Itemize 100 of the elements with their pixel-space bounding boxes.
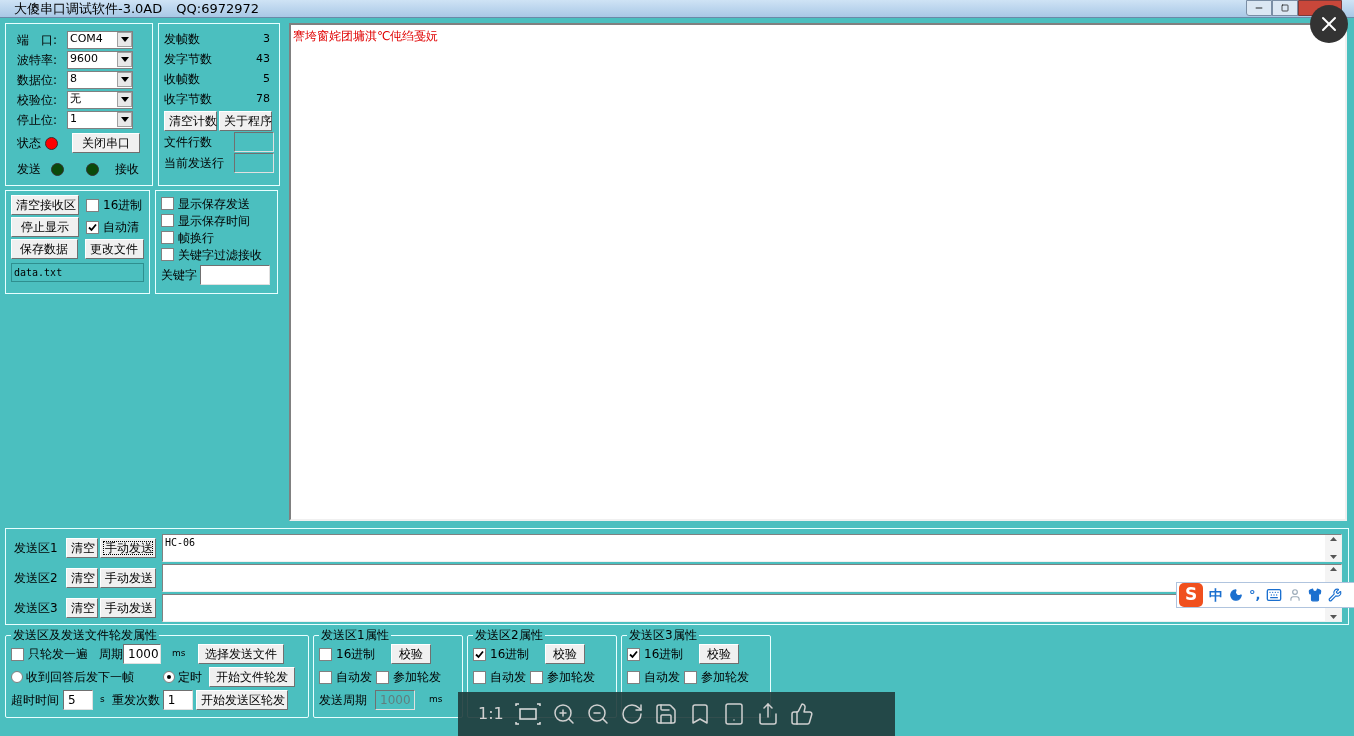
counter-label: 收帧数 [164, 71, 200, 88]
checkbox[interactable] [11, 647, 24, 661]
shirt-icon[interactable] [1308, 588, 1323, 602]
dropdown[interactable]: COM4 [67, 30, 133, 49]
radio-button[interactable] [163, 671, 175, 683]
input-mode-button[interactable]: 中 [1209, 584, 1223, 606]
retry-label: 重发次数 [111, 692, 160, 709]
scroll-down-icon[interactable] [1329, 555, 1337, 559]
scroll-up-icon[interactable] [1329, 567, 1337, 571]
group-title: 发送区3属性 [628, 627, 698, 644]
verify-button[interactable]: 校验 [699, 644, 740, 664]
checkbox-label: 16进制 [336, 646, 376, 663]
checkbox[interactable] [319, 647, 332, 661]
fit-screen-icon[interactable] [513, 700, 542, 728]
verify-button[interactable]: 校验 [545, 644, 586, 664]
checkbox[interactable] [530, 670, 543, 684]
receive-area[interactable]: 謇垮窗姹团墉淇℃伅绉戞妧 [289, 23, 1347, 521]
actual-size-button[interactable]: 1:1 [478, 702, 504, 726]
close-port-button[interactable]: 关闭串口 [72, 133, 140, 153]
checkbox[interactable] [161, 214, 174, 227]
input-field[interactable] [234, 152, 274, 173]
counter-button[interactable]: 清空计数 [164, 111, 217, 131]
checkbox[interactable] [473, 647, 486, 661]
checkbox[interactable] [627, 647, 640, 661]
checkbox[interactable] [161, 197, 174, 210]
input-field[interactable] [234, 131, 274, 152]
clear-button[interactable]: 清空 [66, 538, 98, 558]
moon-icon[interactable] [1229, 588, 1243, 602]
period-label: 周期 [99, 646, 123, 663]
retry-field[interactable]: 1 [162, 690, 193, 710]
rotate-icon[interactable] [619, 702, 644, 726]
checkbox-label: 16进制 [103, 197, 143, 214]
checkbox[interactable] [376, 670, 389, 684]
maximize-icon [1281, 4, 1289, 12]
checkbox-label: 参加轮发 [393, 669, 441, 686]
send-button[interactable]: 手动发送 [100, 598, 156, 618]
timeout-label: 超时时间 [11, 692, 59, 709]
checkbox-label: 参加轮发 [701, 669, 749, 686]
setting-label: 端 口: [17, 31, 59, 49]
group-title: 发送区2属性 [474, 627, 544, 644]
counter-value: 3 [263, 30, 270, 47]
radio-label: 收到回答后发下一帧 [26, 669, 134, 686]
file-name-field[interactable]: data.txt [11, 263, 144, 282]
action-button[interactable]: 更改文件 [84, 239, 144, 259]
clear-button[interactable]: 清空 [66, 598, 98, 618]
send-button[interactable]: 手动发送 [100, 538, 156, 558]
action-button[interactable]: 清空接收区 [11, 195, 79, 215]
checkbox[interactable] [86, 198, 99, 212]
maximize-button[interactable] [1272, 0, 1298, 16]
keyboard-icon[interactable] [1266, 587, 1283, 603]
punctuation-button[interactable]: °, [1249, 585, 1261, 605]
checkbox-label: 只轮发一遍 [28, 646, 88, 663]
dropdown[interactable]: 8 [67, 70, 133, 89]
group-title: 发送区及发送文件轮发属性 [12, 627, 158, 644]
checkbox-label: 16进制 [490, 646, 530, 663]
unit-label: ms [172, 647, 187, 661]
minimize-button[interactable] [1246, 0, 1272, 16]
group-title: 发送区1属性 [320, 627, 390, 644]
action-button[interactable]: 停止显示 [11, 217, 79, 237]
setting-label: 停止位: [17, 111, 59, 129]
zoom-out-icon[interactable] [585, 702, 610, 726]
dropdown[interactable]: 无 [67, 90, 133, 109]
action-button[interactable]: 保存数据 [11, 239, 78, 259]
checkbox[interactable] [684, 670, 697, 684]
checkbox-label: 显示保存发送 [178, 195, 250, 213]
counter-button[interactable]: 关于程序 [219, 111, 272, 131]
scroll-up-icon[interactable] [1329, 537, 1337, 541]
dropdown[interactable]: 9600 [67, 50, 133, 69]
start-file-rotation-button[interactable]: 开始文件轮发 [209, 667, 295, 687]
select-file-button[interactable]: 选择发送文件 [198, 644, 284, 664]
checkbox[interactable] [161, 248, 174, 261]
period-label: 发送周期 [319, 692, 367, 709]
radio-button[interactable] [11, 671, 23, 683]
verify-button[interactable]: 校验 [391, 644, 432, 664]
period-field[interactable]: 1000 [123, 644, 161, 664]
save-icon[interactable] [653, 702, 678, 726]
checkbox-label: 帧换行 [178, 229, 214, 247]
dropdown[interactable]: 1 [67, 110, 133, 129]
send-text-field[interactable]: HC-06 [162, 534, 1342, 562]
radio-label: 定时 [178, 669, 202, 686]
send-button[interactable]: 手动发送 [100, 568, 156, 588]
checkbox[interactable] [319, 670, 332, 684]
receive-label: 接收 [115, 161, 139, 178]
status-label: 状态 [17, 135, 41, 152]
contact-number: QQ:6972972 [176, 0, 260, 18]
ime-logo[interactable]: S [1179, 583, 1203, 607]
wrench-icon[interactable] [1328, 588, 1343, 602]
keyword-field[interactable] [200, 265, 270, 285]
clear-button[interactable]: 清空 [66, 568, 98, 588]
start-zone-rotation-button[interactable]: 开始发送区轮发 [195, 690, 288, 710]
counter-value: 5 [263, 70, 270, 87]
thumbs-up-icon[interactable] [789, 702, 814, 726]
scroll-down-icon[interactable] [1329, 615, 1337, 619]
timeout-field[interactable]: 5 [63, 690, 93, 710]
checkbox[interactable] [627, 670, 640, 684]
unit-label: s [100, 693, 105, 707]
zoom-in-icon[interactable] [551, 702, 576, 726]
checkbox[interactable] [161, 231, 174, 244]
checkbox[interactable] [473, 670, 486, 684]
checkbox[interactable] [86, 220, 99, 234]
